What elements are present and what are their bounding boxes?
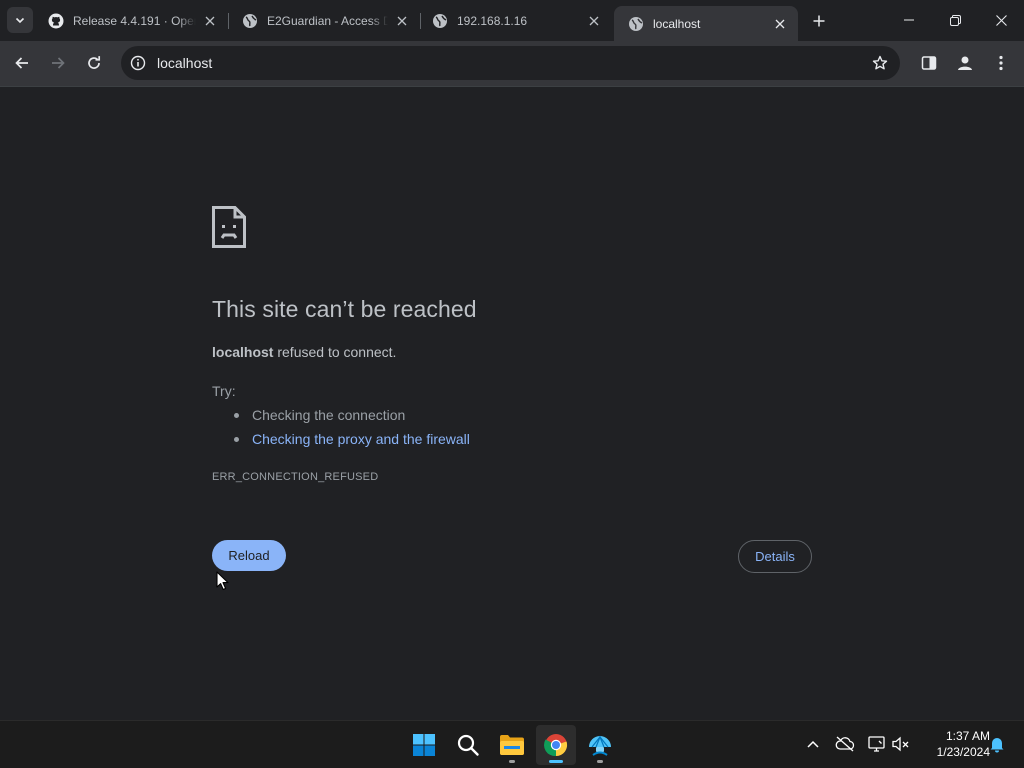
tab-strip: Release 4.4.191 · OpenMediaVault E2Guard… [0, 0, 1024, 41]
tab-openmediavault[interactable]: Release 4.4.191 · OpenMediaVault [34, 6, 228, 36]
tab-title: 192.168.1.16 [457, 14, 528, 28]
sad-page-icon [212, 206, 246, 248]
windows-start-icon [413, 734, 435, 756]
tab-localhost[interactable]: localhost [614, 6, 798, 41]
notifications-button[interactable] [986, 733, 1008, 755]
network-tray-button[interactable] [866, 733, 888, 755]
restore-button[interactable] [932, 0, 978, 40]
new-tab-button[interactable] [806, 8, 832, 34]
plus-icon [813, 15, 825, 27]
start-button[interactable] [404, 725, 444, 765]
chevron-up-icon [807, 740, 819, 748]
details-button[interactable]: Details [738, 540, 812, 573]
chrome-icon [544, 734, 568, 757]
refresh-icon [88, 56, 101, 69]
running-indicator [597, 760, 603, 763]
arrow-right-icon [52, 57, 65, 69]
network-icon [868, 736, 885, 752]
folder-icon [500, 735, 524, 755]
windows-taskbar: 1:37 AM 1/23/2024 [0, 720, 1024, 768]
globe-icon [242, 13, 258, 29]
tab-close-icon[interactable] [586, 13, 602, 29]
taskbar-clock[interactable]: 1:37 AM 1/23/2024 [918, 728, 990, 760]
browser-toolbar: localhost [0, 41, 1024, 87]
mouse-cursor-icon [216, 571, 229, 591]
side-panel-button[interactable] [916, 50, 942, 76]
tab-title: Release 4.4.191 · OpenMediaVault [73, 14, 196, 28]
url-text[interactable]: localhost [157, 55, 212, 71]
forward-button[interactable] [43, 48, 73, 78]
globe-icon [432, 13, 448, 29]
file-explorer-button[interactable] [492, 725, 532, 765]
tab-192-168-1-16[interactable]: 192.168.1.16 [418, 6, 612, 36]
suggestion-check-connection: Checking the connection [234, 406, 470, 430]
tab-e2guardian[interactable]: E2Guardian - Access Denied [228, 6, 420, 36]
suggestions-list: Checking the connection Checking the pro… [234, 406, 470, 454]
back-button[interactable] [7, 48, 37, 78]
tab-search-button[interactable] [7, 7, 33, 33]
shell-app-icon [589, 735, 611, 756]
minimize-button[interactable] [886, 0, 932, 40]
tab-close-icon[interactable] [772, 16, 788, 32]
running-indicator [549, 760, 563, 763]
profile-button[interactable] [952, 50, 978, 76]
error-description-rest: refused to connect. [273, 344, 397, 360]
suggestion-check-proxy-firewall-link[interactable]: Checking the proxy and the firewall [234, 430, 470, 454]
restore-icon [949, 14, 961, 26]
close-window-button[interactable] [978, 0, 1024, 40]
error-code: ERR_CONNECTION_REFUSED [212, 471, 379, 483]
arrow-left-icon [15, 57, 28, 69]
sea-app-button[interactable] [580, 725, 620, 765]
info-icon[interactable] [123, 48, 153, 78]
reload-toolbar-button[interactable] [79, 48, 109, 78]
clock-date: 1/23/2024 [936, 745, 990, 759]
volume-muted-icon [892, 736, 909, 752]
clock-time: 1:37 AM [945, 729, 990, 743]
error-title: This site can’t be reached [212, 296, 477, 322]
tab-title: E2Guardian - Access Denied [267, 14, 388, 28]
tab-title: localhost [653, 16, 701, 31]
show-hidden-icons-button[interactable] [802, 733, 824, 755]
chrome-taskbar-button[interactable] [536, 725, 576, 765]
bookmark-star-icon[interactable] [868, 51, 892, 75]
globe-icon [628, 16, 644, 32]
cloud-off-icon [835, 736, 855, 752]
close-icon [995, 14, 1007, 26]
side-panel-icon [921, 56, 937, 70]
onedrive-tray-button[interactable] [834, 733, 856, 755]
bell-icon [990, 738, 1004, 753]
running-indicator [509, 760, 515, 763]
chevron-down-icon [15, 17, 25, 24]
search-icon [457, 734, 479, 756]
address-bar[interactable]: localhost [121, 46, 900, 80]
error-page: This site can’t be reached localhost ref… [0, 88, 1024, 720]
taskbar-search-button[interactable] [448, 725, 488, 765]
try-label: Try: [212, 383, 236, 399]
menu-button[interactable] [988, 50, 1014, 76]
reload-button[interactable]: Reload [212, 540, 286, 571]
more-vert-icon [999, 55, 1003, 71]
tab-close-icon[interactable] [202, 13, 218, 29]
minimize-icon [904, 19, 914, 21]
error-host: localhost [212, 344, 274, 360]
error-description: localhost refused to connect. [212, 344, 396, 360]
profile-icon [958, 56, 972, 70]
volume-tray-button[interactable] [890, 733, 912, 755]
github-icon [48, 13, 64, 29]
tab-close-icon[interactable] [394, 13, 410, 29]
